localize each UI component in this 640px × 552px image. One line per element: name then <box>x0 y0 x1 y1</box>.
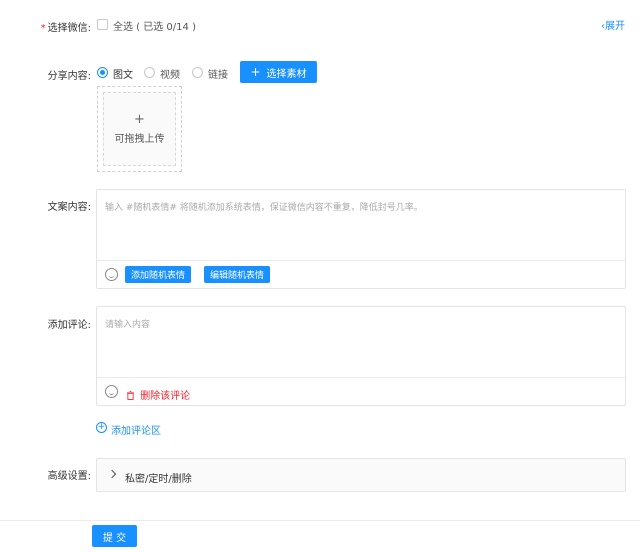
smile-icon[interactable] <box>105 385 118 398</box>
select-all-checkbox[interactable] <box>97 19 108 30</box>
add-comment-area-link[interactable]: 添加评论区 <box>111 422 161 437</box>
expand-link[interactable]: ‹展开 <box>601 17 625 32</box>
select-all-label[interactable]: 全选 ( 已选 0/14 ) <box>113 18 196 33</box>
copy-content-textarea[interactable]: 输入 #随机表情# 将随机添加系统表情，保证微信内容不重复，降低封号几率。 添加… <box>96 189 626 289</box>
comment-toolbar: 删除该评论 <box>97 377 625 405</box>
required-mark: * <box>40 23 46 34</box>
radio-link-label[interactable]: 链接 <box>208 66 228 81</box>
radio-link[interactable] <box>192 67 203 78</box>
advanced-settings-label: 高级设置: <box>47 471 91 482</box>
smile-icon[interactable] <box>105 268 118 281</box>
trash-icon <box>127 391 134 400</box>
radio-video[interactable] <box>144 67 155 78</box>
copy-toolbar: 添加随机表情 编辑随机表情 <box>97 260 625 288</box>
share-content-label: 分享内容: <box>47 71 91 82</box>
delete-comment-button[interactable]: 删除该评论 <box>127 387 190 402</box>
add-circle-icon[interactable]: + <box>96 422 107 433</box>
copy-content-label: 文案内容: <box>47 202 91 213</box>
radio-image-text-label[interactable]: 图文 <box>113 66 133 81</box>
comment-textarea[interactable]: 请输入内容 删除该评论 <box>96 306 626 406</box>
chevron-right-icon <box>107 469 117 479</box>
comment-placeholder: 请输入内容 <box>105 320 151 330</box>
submit-button[interactable]: 提 交 <box>92 525 137 547</box>
add-random-emoji-button[interactable]: 添加随机表情 <box>125 266 192 283</box>
upload-area[interactable]: + 可拖拽上传 <box>97 86 182 172</box>
advanced-settings-panel[interactable]: 私密/定时/删除 <box>96 458 626 492</box>
plus-icon: + <box>250 65 261 79</box>
edit-random-emoji-button[interactable]: 编辑随机表情 <box>204 266 271 283</box>
select-wechat-label: * 选择微信: <box>40 23 91 34</box>
radio-image-text[interactable] <box>97 67 108 78</box>
upload-hint: 可拖拽上传 <box>114 134 165 145</box>
select-material-button[interactable]: + 选择素材 <box>240 61 317 83</box>
footer-divider <box>0 520 640 521</box>
add-comment-label: 添加评论: <box>47 320 91 331</box>
upload-dropzone[interactable]: + 可拖拽上传 <box>103 92 176 166</box>
plus-icon: + <box>134 112 145 127</box>
copy-content-placeholder: 输入 #随机表情# 将随机添加系统表情，保证微信内容不重复，降低封号几率。 <box>105 203 423 213</box>
advanced-settings-title: 私密/定时/删除 <box>125 474 192 485</box>
radio-video-label[interactable]: 视频 <box>160 66 180 81</box>
